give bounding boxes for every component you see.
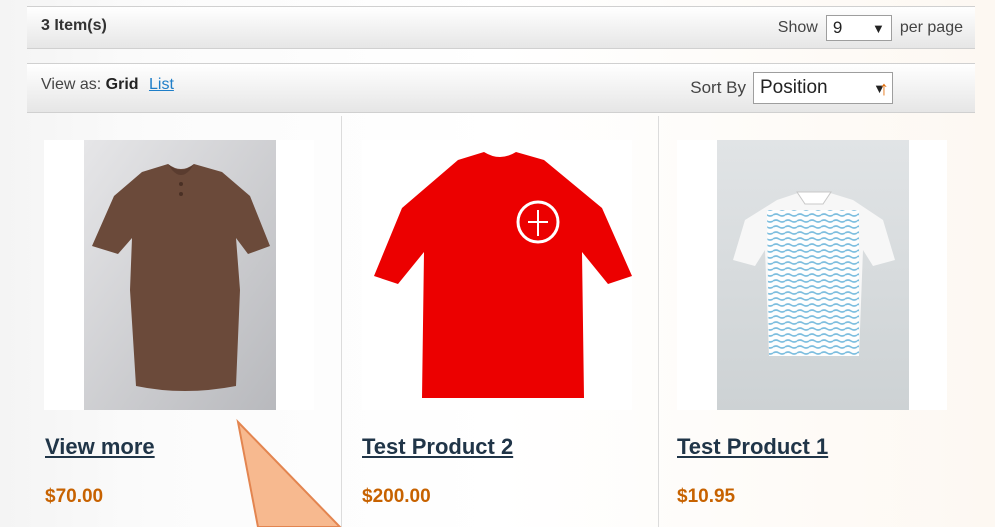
- callout-arrow: [236, 418, 342, 527]
